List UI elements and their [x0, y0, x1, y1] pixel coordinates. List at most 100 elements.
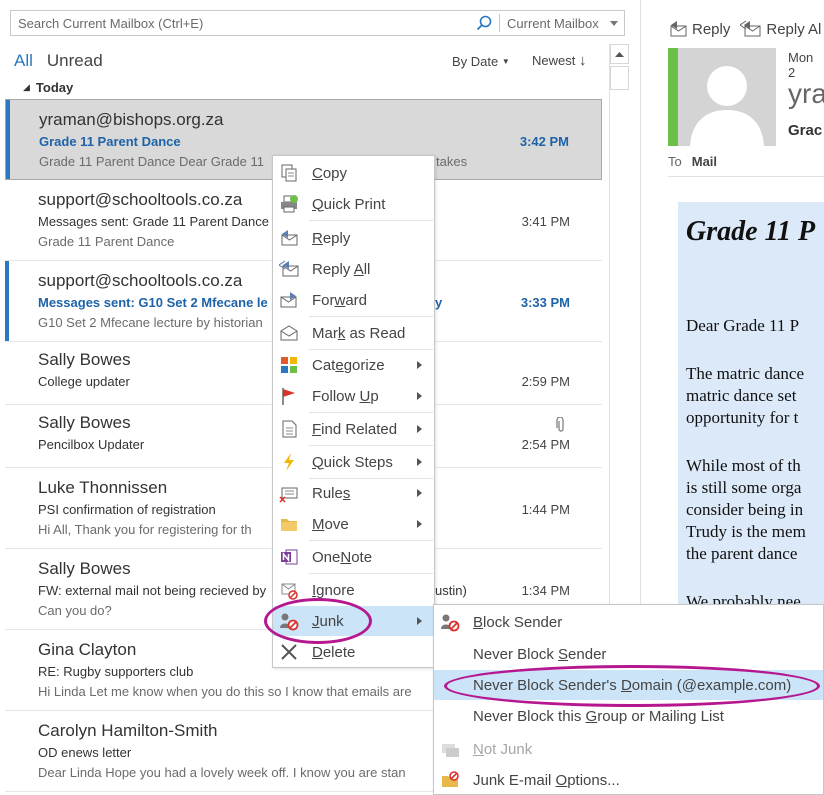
- menu-item-reply-all[interactable]: Reply All: [273, 254, 434, 284]
- open-envelope-icon: [280, 325, 298, 341]
- reply-all-icon: [279, 260, 299, 277]
- junk-icon: [280, 613, 299, 631]
- email-body-line: consider being in: [686, 500, 804, 519]
- menu-item-mark-as-read[interactable]: Mark as Read: [273, 318, 434, 348]
- ignore-icon: [281, 583, 298, 600]
- menu-item-find-related[interactable]: Find Related: [273, 414, 434, 444]
- message-subject: FW: external mail not being recieved by: [38, 583, 267, 598]
- menu-item-label: Reply All: [312, 260, 371, 278]
- menu-item-ignore[interactable]: Ignore: [273, 575, 434, 605]
- menu-item-quick-steps[interactable]: Quick Steps: [273, 447, 434, 477]
- person-silhouette-icon: [690, 66, 764, 146]
- message-sender: support@schooltools.co.za: [38, 271, 243, 290]
- menu-item-never-block-sender[interactable]: Never Block Sender: [434, 639, 823, 669]
- scroll-thumb[interactable]: [610, 66, 629, 90]
- collapse-triangle-icon: ◢: [23, 81, 30, 92]
- folder-icon: [281, 519, 297, 531]
- message-sender: Luke Thonnissen: [38, 478, 168, 497]
- reply-all-button[interactable]: Reply Al: [740, 20, 821, 38]
- menu-item-label: Never Block this Group or Mailing List: [473, 708, 724, 725]
- menu-item-quick-print[interactable]: Quick Print: [273, 189, 434, 219]
- message-preview: Dear Linda Hope you had a lovely week of…: [38, 765, 406, 780]
- unread-indicator-bar: [5, 261, 9, 341]
- menu-item-block-sender[interactable]: Block Sender: [434, 607, 823, 637]
- email-body-line: Dear Grade 11 P: [686, 316, 800, 335]
- to-value[interactable]: Mail: [692, 154, 717, 169]
- menu-item-copy[interactable]: Copy: [273, 158, 434, 188]
- message-sender: Sally Bowes: [38, 350, 131, 369]
- scroll-up-button[interactable]: [610, 44, 629, 64]
- group-header-label: Today: [35, 79, 74, 95]
- menu-item-label: Find Related: [312, 420, 398, 438]
- menu-item-categorize[interactable]: Categorize: [273, 350, 434, 380]
- menu-separator: [309, 220, 433, 221]
- menu-item-rules[interactable]: Rules: [273, 478, 434, 508]
- message-time: 2:59 PM: [521, 374, 570, 389]
- email-body-line: matric dance set: [686, 386, 797, 405]
- email-body-line: While most of th: [686, 456, 801, 475]
- submenu-arrow-icon: [417, 489, 422, 497]
- menu-separator: [309, 573, 433, 574]
- printer-icon: [281, 195, 298, 213]
- reply-icon: [281, 230, 298, 246]
- chevron-down-icon: [610, 20, 618, 26]
- message-date: Mon 2: [788, 50, 814, 80]
- menu-item-follow-up[interactable]: Follow Up: [273, 381, 434, 411]
- message-subject-heading: Grac: [788, 122, 823, 139]
- menu-item-label: Copy: [312, 164, 348, 182]
- reply-label: Reply: [692, 20, 731, 38]
- message-subject: PSI confirmation of registration: [38, 502, 216, 517]
- email-body-title: Grade 11 P: [686, 216, 816, 247]
- menu-item-label: OneNote: [312, 548, 373, 566]
- search-icon[interactable]: [469, 11, 499, 35]
- submenu-arrow-icon: [417, 520, 422, 528]
- menu-item-onenote[interactable]: OneNote: [273, 542, 434, 572]
- message-subject: OD enews letter: [38, 745, 132, 760]
- menu-item-label: Quick Print: [312, 195, 386, 213]
- submenu-arrow-icon: [417, 458, 422, 466]
- message-preview: Hi Linda Let me know when you do this so…: [38, 684, 412, 699]
- message-preview: Hi All, Thank you for registering for th: [38, 522, 252, 537]
- group-header-today[interactable]: ◢ Today: [14, 76, 599, 98]
- message-preview: Grade 11 Parent Dance: [38, 234, 175, 249]
- message-sender: yraman@bishops.org.za: [39, 110, 224, 129]
- message-subject: Messages sent: G10 Set 2 Mfecane le: [38, 295, 268, 310]
- reply-icon: [670, 21, 687, 37]
- submenu-arrow-icon: [417, 392, 422, 400]
- menu-item-delete[interactable]: Delete: [273, 637, 434, 667]
- search-scope-dropdown[interactable]: Current Mailbox: [500, 11, 624, 35]
- junk-submenu: Block Sender Never Block Sender Never Bl…: [433, 604, 824, 795]
- menu-item-reply[interactable]: Reply: [273, 223, 434, 253]
- filter-unread-tab[interactable]: Unread: [47, 51, 103, 71]
- menu-item-label: Follow Up: [312, 387, 379, 405]
- menu-item-junk[interactable]: Junk: [273, 606, 434, 636]
- filter-all-tab[interactable]: All: [14, 51, 33, 71]
- menu-item-label: Delete: [312, 643, 356, 661]
- menu-item-forward[interactable]: Forward: [273, 285, 434, 315]
- message-time: 1:44 PM: [521, 502, 570, 517]
- menu-item-label: Categorize: [312, 356, 385, 374]
- email-body-line: The matric dance: [686, 364, 804, 383]
- paperclip-icon: [556, 417, 564, 432]
- submenu-arrow-icon: [417, 425, 422, 433]
- filter-row: All Unread By Date ▼ Newest ↓: [14, 48, 606, 74]
- message-time: 3:33 PM: [520, 295, 570, 310]
- sort-order-toggle[interactable]: Newest ↓: [532, 52, 586, 69]
- menu-item-not-junk: Not Junk: [434, 734, 823, 764]
- avatar[interactable]: [678, 48, 776, 146]
- sort-by-dropdown[interactable]: By Date ▼: [452, 54, 510, 69]
- menu-item-never-block-domain[interactable]: Never Block Sender's Domain (@example.co…: [434, 670, 823, 700]
- menu-item-label: Junk E-mail Options...: [473, 772, 620, 789]
- menu-item-move[interactable]: Move: [273, 509, 434, 539]
- sort-order-label: Newest: [532, 53, 576, 68]
- menu-item-never-block-group[interactable]: Never Block this Group or Mailing List: [434, 701, 823, 731]
- menu-item-label: Never Block Sender's Domain (@example.co…: [473, 677, 792, 694]
- search-input[interactable]: [11, 11, 469, 35]
- reply-button[interactable]: Reply: [668, 20, 730, 38]
- copy-icon: [281, 164, 297, 182]
- reading-pane-toolbar: Reply Reply Al: [668, 18, 824, 40]
- reply-all-label: Reply Al: [766, 20, 822, 38]
- message-preview-tail: takes: [436, 154, 468, 169]
- menu-item-label: Block Sender: [473, 614, 563, 631]
- menu-item-junk-email-options[interactable]: Junk E-mail Options...: [434, 765, 823, 795]
